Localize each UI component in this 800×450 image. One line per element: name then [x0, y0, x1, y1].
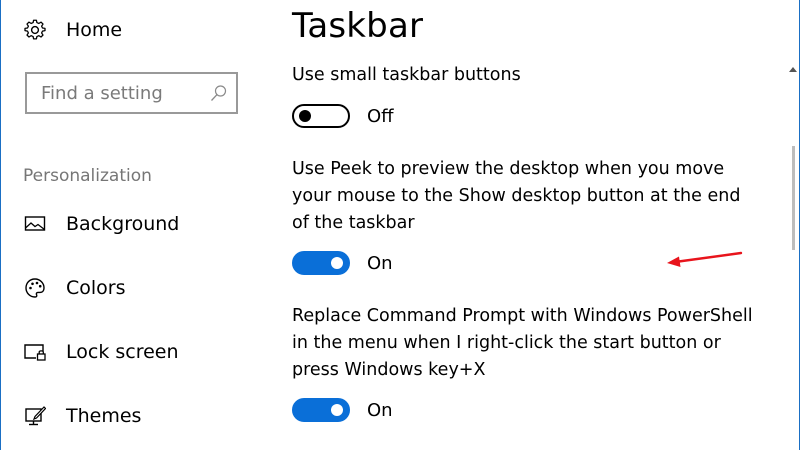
section-header-personalization: Personalization — [23, 166, 152, 186]
picture-icon — [23, 212, 47, 236]
setting-row-peek: On — [292, 248, 393, 278]
setting-row-powershell: On — [292, 395, 393, 425]
search-icon[interactable] — [210, 84, 228, 102]
small-taskbar-buttons-toggle[interactable] — [292, 104, 350, 128]
sidebar: Home Personalization Background — [1, 0, 263, 450]
main-content: Taskbar Use small taskbar buttons Off Us… — [263, 0, 789, 450]
sidebar-item-label: Colors — [66, 277, 126, 299]
sidebar-item-label: Themes — [66, 405, 142, 427]
peek-preview-toggle[interactable] — [292, 251, 350, 275]
sidebar-item-label: Background — [66, 213, 180, 235]
toggle-knob — [299, 110, 311, 122]
lock-screen-icon — [23, 340, 47, 364]
palette-icon — [23, 276, 47, 300]
toggle-knob — [331, 404, 343, 416]
toggle-state-label: Off — [367, 105, 394, 127]
vertical-scrollbar[interactable] — [787, 0, 799, 450]
sidebar-item-background[interactable]: Background — [23, 210, 179, 238]
setting-description-powershell: Replace Command Prompt with Windows Powe… — [292, 306, 753, 380]
sidebar-item-lock-screen[interactable]: Lock screen — [23, 338, 179, 366]
settings-window: Home Personalization Background — [0, 0, 800, 450]
page-title: Taskbar — [292, 6, 424, 46]
home-label: Home — [66, 19, 123, 41]
search-box[interactable] — [25, 72, 238, 114]
setting-row-small-buttons: Off — [292, 101, 394, 131]
sidebar-item-home[interactable]: Home — [23, 16, 122, 44]
setting-description-small-buttons: Use small taskbar buttons — [292, 65, 521, 85]
annotation-arrow-icon — [667, 251, 743, 267]
scroll-thumb[interactable] — [792, 146, 795, 250]
toggle-state-label: On — [367, 252, 393, 274]
setting-description-peek: Use Peek to preview the desktop when you… — [292, 159, 741, 233]
search-input[interactable] — [41, 82, 201, 104]
themes-icon — [23, 404, 47, 428]
sidebar-item-themes[interactable]: Themes — [23, 402, 141, 430]
gear-icon — [23, 18, 47, 42]
toggle-state-label: On — [367, 399, 393, 421]
sidebar-item-label: Lock screen — [66, 341, 179, 363]
powershell-replace-toggle[interactable] — [292, 398, 350, 422]
sidebar-item-colors[interactable]: Colors — [23, 274, 126, 302]
toggle-knob — [331, 257, 343, 269]
scroll-up-arrow-icon[interactable] — [789, 66, 797, 74]
